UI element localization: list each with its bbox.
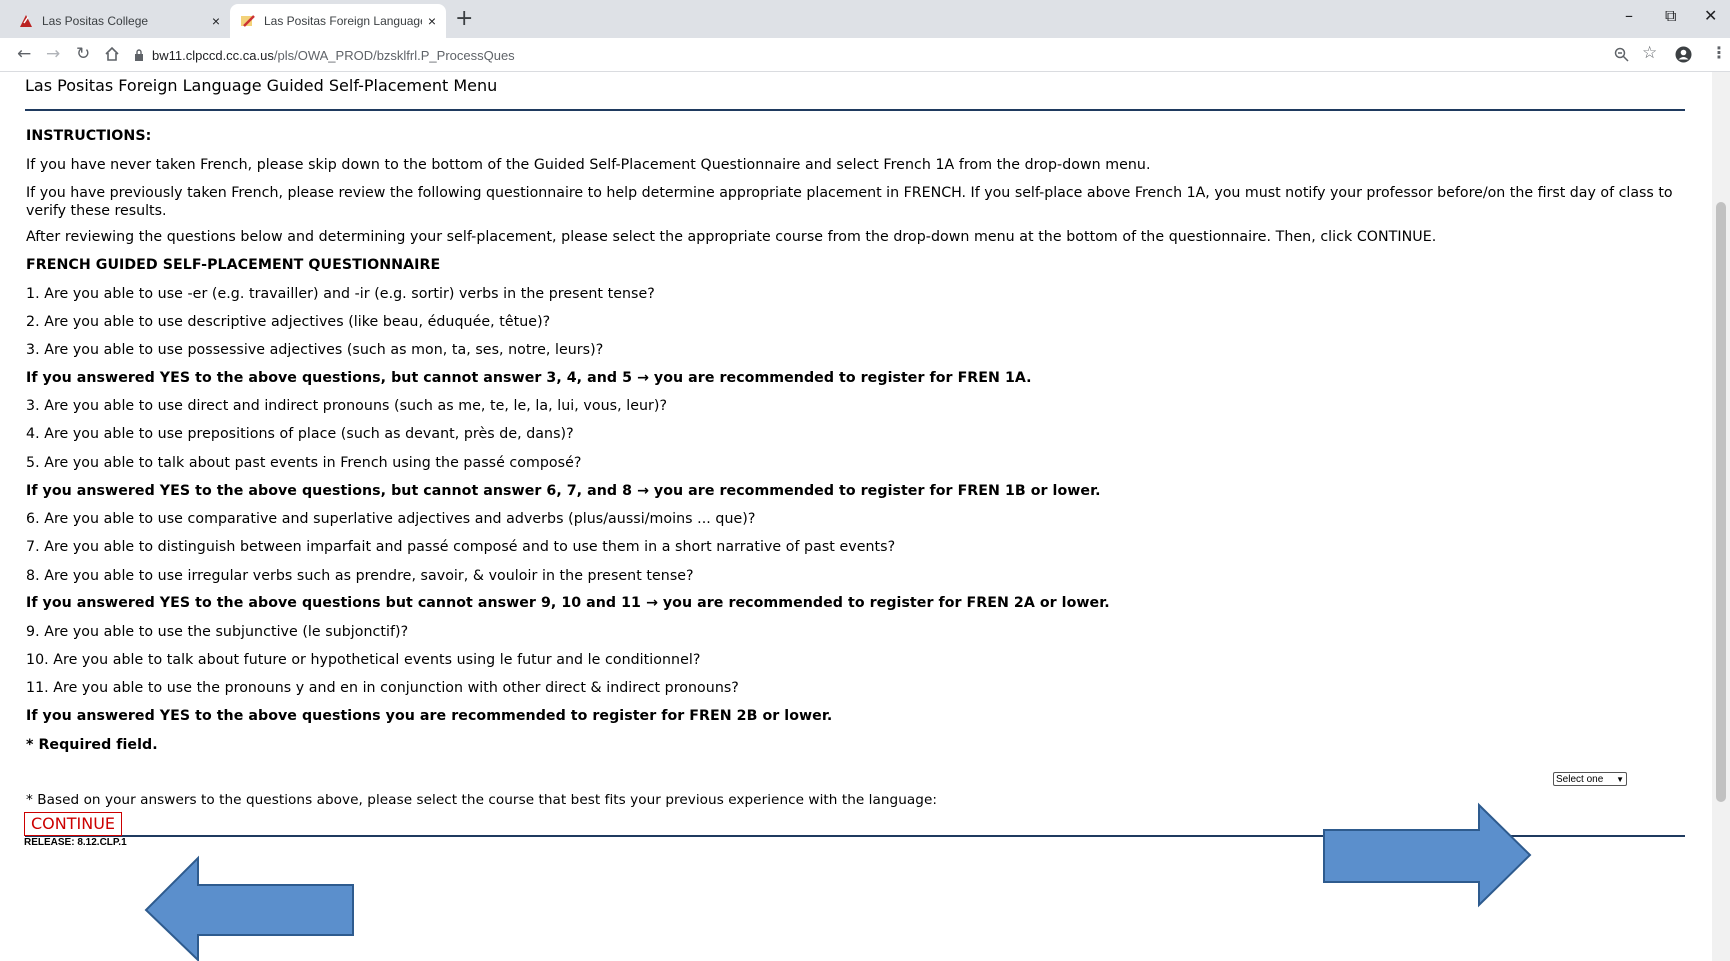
bottom-divider [25, 835, 1685, 837]
minimize-button[interactable]: – [1625, 6, 1633, 25]
question-2: 2. Are you able to use descriptive adjec… [26, 314, 551, 330]
college-favicon-icon [20, 15, 32, 27]
course-select-prompt: * Based on your answers to the questions… [26, 792, 937, 808]
pencil-favicon-icon [241, 15, 255, 27]
lock-icon [135, 49, 143, 61]
title-divider [25, 109, 1685, 111]
zoom-icon[interactable] [1614, 47, 1629, 62]
reload-icon[interactable]: ↻ [76, 44, 90, 64]
instruction-3: After reviewing the questions below and … [26, 229, 1437, 245]
question-4: 4. Are you able to use prepositions of p… [26, 426, 574, 442]
required-field-note: * Required field. [26, 737, 158, 753]
bookmark-star-icon[interactable]: ☆ [1642, 43, 1657, 63]
question-11: 11. Are you able to use the pronouns y a… [26, 680, 739, 696]
page-content: Las Positas Foreign Language Guided Self… [0, 72, 1712, 961]
scrollbar-thumb[interactable] [1716, 202, 1726, 802]
question-3b: 3. Are you able to use direct and indire… [26, 398, 668, 414]
recommendation-4: If you answered YES to the above questio… [26, 708, 833, 724]
new-tab-button[interactable]: + [455, 8, 473, 30]
url-path: /pls/OWA_PROD/bzsklfrl.P_ProcessQues [273, 47, 515, 63]
question-7: 7. Are you able to distinguish between i… [26, 539, 896, 555]
page-title: Las Positas Foreign Language Guided Self… [25, 76, 498, 95]
question-1: 1. Are you able to use -er (e.g. travail… [26, 286, 655, 302]
close-tab-icon[interactable]: × [212, 13, 220, 29]
forward-arrow-icon[interactable]: → [46, 44, 60, 64]
browser-toolbar: ← → ↻ bw11.clpccd.cc.ca.us/pls/OWA_PROD/… [0, 38, 1730, 72]
tab-title: Las Positas Foreign Language Gu [264, 14, 422, 28]
home-icon[interactable] [104, 46, 120, 62]
instruction-1: If you have never taken French, please s… [26, 157, 1151, 173]
course-select[interactable]: Select one ▼ [1553, 772, 1627, 786]
recommendation-3: If you answered YES to the above questio… [26, 595, 1110, 611]
profile-icon[interactable] [1675, 46, 1692, 63]
vertical-scrollbar[interactable] [1712, 72, 1730, 961]
chevron-down-icon: ▼ [1616, 774, 1624, 784]
recommendation-2: If you answered YES to the above questio… [26, 483, 1101, 499]
address-bar[interactable]: bw11.clpccd.cc.ca.us/pls/OWA_PROD/bzsklf… [134, 43, 1614, 67]
tab-title: Las Positas College [42, 14, 149, 28]
url-host: bw11.clpccd.cc.ca.us [152, 47, 274, 63]
question-3a: 3. Are you able to use possessive adject… [26, 342, 604, 358]
restore-button[interactable]: ⧉ [1665, 6, 1676, 26]
tab-las-positas-college[interactable]: Las Positas College × [8, 4, 230, 38]
question-10: 10. Are you able to talk about future or… [26, 652, 701, 668]
questionnaire-heading: FRENCH GUIDED SELF-PLACEMENT QUESTIONNAI… [26, 257, 441, 273]
question-6: 6. Are you able to use comparative and s… [26, 511, 756, 527]
tab-foreign-language[interactable]: Las Positas Foreign Language Gu × [230, 4, 446, 38]
tab-strip: Las Positas College × Las Positas Foreig… [0, 0, 1730, 38]
question-5: 5. Are you able to talk about past event… [26, 455, 582, 471]
close-window-button[interactable]: ✕ [1704, 6, 1717, 25]
question-8: 8. Are you able to use irregular verbs s… [26, 568, 694, 584]
release-label: RELEASE: 8.12.CLP.1 [24, 837, 127, 848]
instructions-heading: INSTRUCTIONS: [26, 128, 152, 144]
instruction-2: If you have previously taken French, ple… [26, 185, 1673, 219]
recommendation-1: If you answered YES to the above questio… [26, 370, 1032, 386]
question-9: 9. Are you able to use the subjunctive (… [26, 624, 409, 640]
continue-button[interactable]: CONTINUE [24, 812, 123, 836]
back-arrow-icon[interactable]: ← [17, 44, 31, 64]
close-tab-icon[interactable]: × [428, 13, 436, 29]
kebab-menu-icon[interactable]: ⋮ [1711, 43, 1727, 62]
course-select-value: Select one [1556, 773, 1604, 785]
